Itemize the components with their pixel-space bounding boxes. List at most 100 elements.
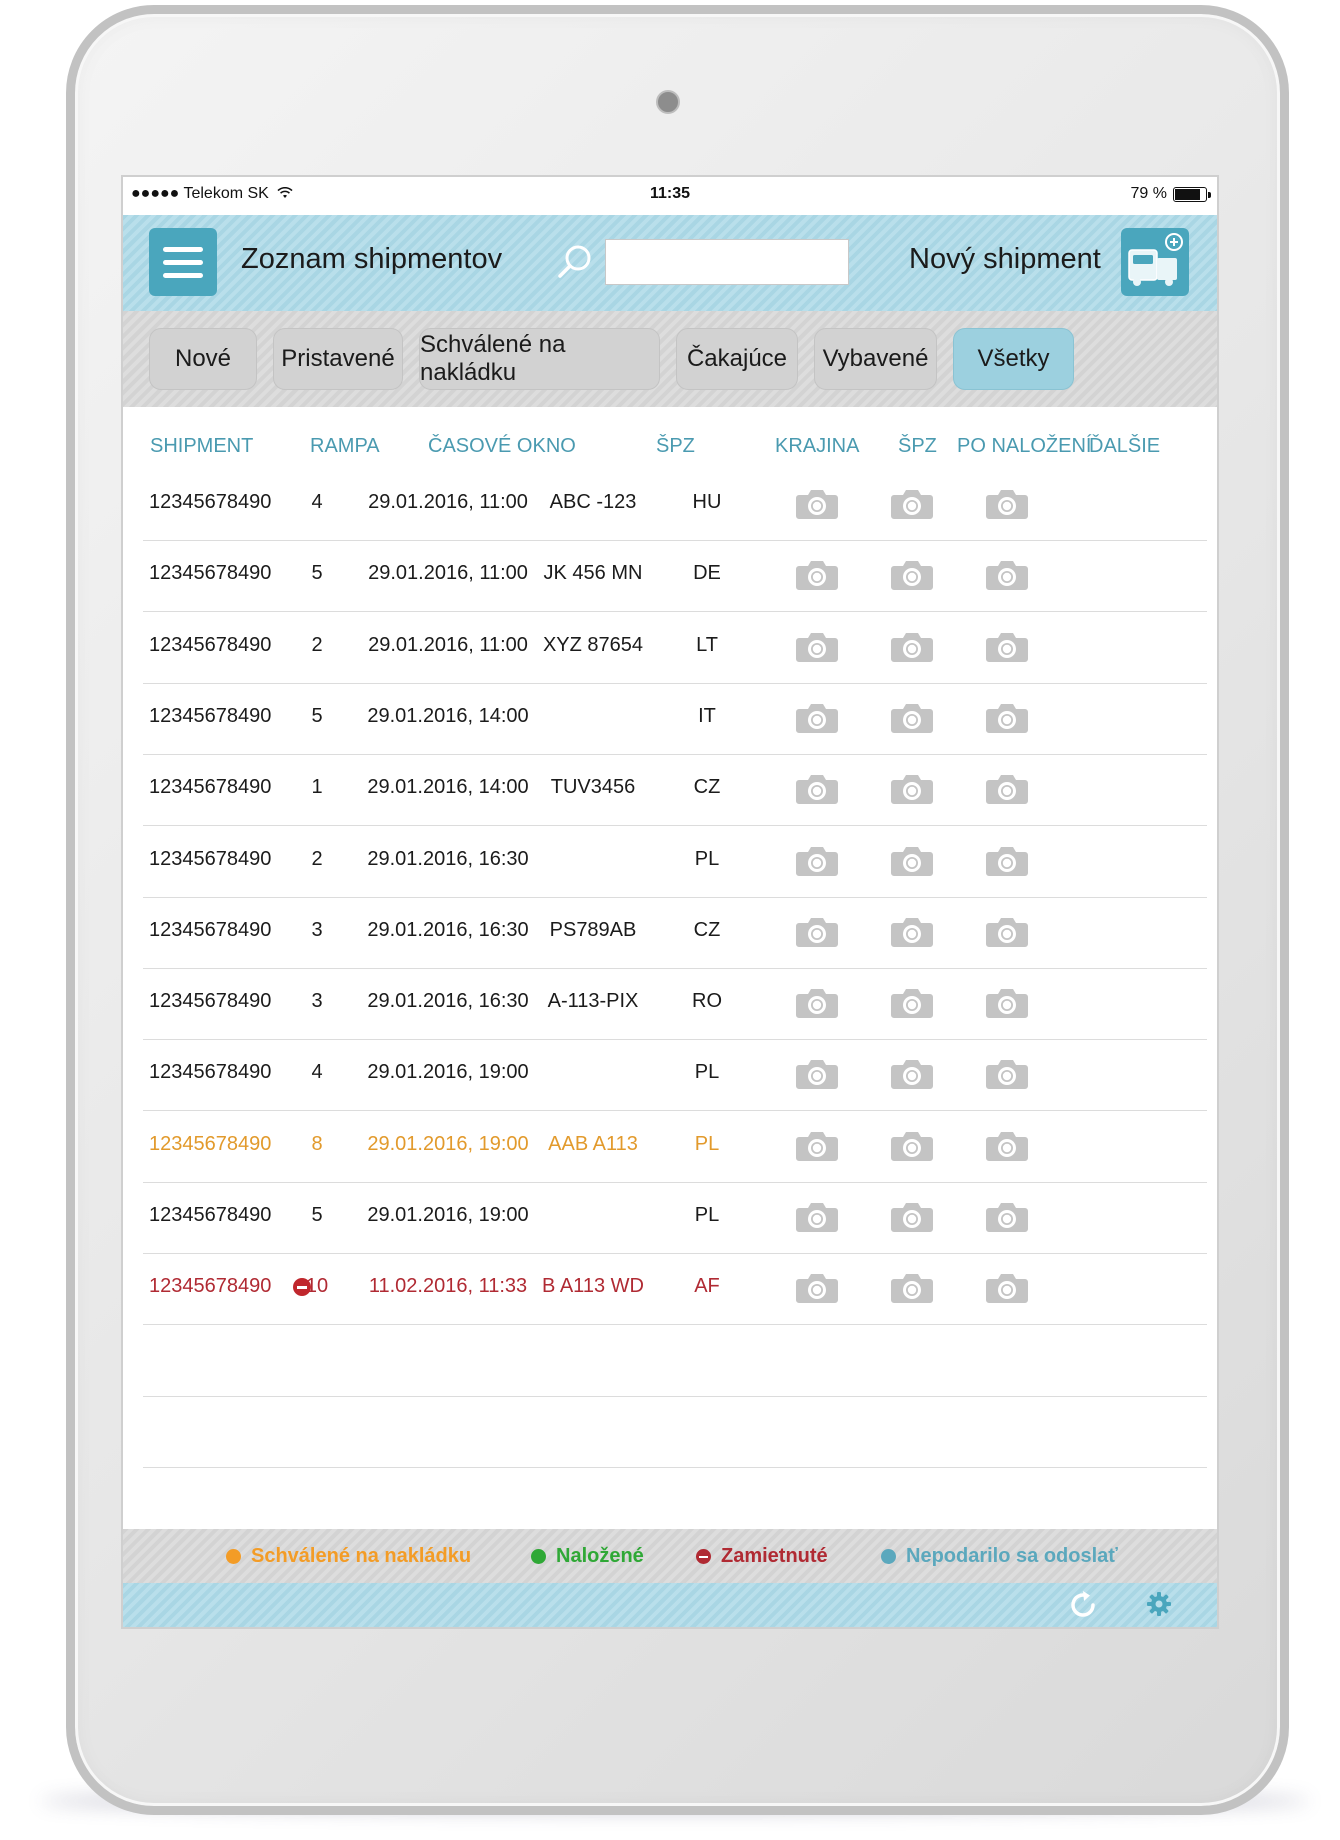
status-time: 11:35 xyxy=(649,185,691,202)
loaded-photo-camera-icon[interactable] xyxy=(890,630,934,664)
loaded-photo-camera-icon[interactable] xyxy=(890,915,934,949)
loaded-photo-camera-icon[interactable] xyxy=(890,701,934,735)
cell-rampa: 5 xyxy=(311,704,323,727)
search-icon[interactable] xyxy=(555,242,595,282)
col-spz-photo[interactable]: ŠPZ xyxy=(898,435,937,458)
spz-photo-camera-icon[interactable] xyxy=(795,986,839,1020)
cell-rampa: 4 xyxy=(311,491,323,513)
spz-photo-camera-icon[interactable] xyxy=(795,701,839,735)
spz-photo-camera-icon[interactable] xyxy=(795,844,839,878)
menu-button[interactable] xyxy=(149,228,217,296)
spz-photo-camera-icon[interactable] xyxy=(795,1129,839,1163)
cell-casove-okno: 29.01.2016, 19:00 xyxy=(367,1204,529,1226)
spz-photo-camera-icon[interactable] xyxy=(795,630,839,664)
col-shipment[interactable]: SHIPMENT xyxy=(150,435,253,458)
other-photo-camera-icon[interactable] xyxy=(985,915,1029,949)
col-casove-okno[interactable]: ČASOVÉ OKNO xyxy=(428,435,576,458)
cell-casove-okno: 29.01.2016, 14:00 xyxy=(367,704,529,727)
cell-rampa: 3 xyxy=(311,990,323,1013)
cell-shipment: 12345678490 xyxy=(149,1061,272,1084)
tab-pristavene[interactable]: Pristavené xyxy=(273,328,403,390)
col-spz[interactable]: ŠPZ xyxy=(656,435,695,458)
empty-table-row xyxy=(143,1396,1207,1468)
other-photo-camera-icon[interactable] xyxy=(985,558,1029,592)
cell-shipment: 12345678490 xyxy=(149,990,272,1013)
table-row[interactable]: 12345678490 4 29.01.2016, 11:00 ABC -123 HU xyxy=(143,469,1207,541)
other-photo-camera-icon[interactable] xyxy=(985,844,1029,878)
table-row[interactable]: 12345678490 3 29.01.2016, 16:30 A-113-PIX RO xyxy=(143,968,1207,1041)
legend-bar: Schválené na nakládku Naložené Zamietnut… xyxy=(123,1529,1217,1583)
cell-spz: XYZ 87654 xyxy=(542,633,644,656)
table-row[interactable]: 12345678490 10 11.02.2016, 11:33 B A113 WD A… xyxy=(143,1253,1207,1326)
tab-schvalene[interactable]: Schválené na nakládku xyxy=(419,328,660,390)
loaded-photo-camera-icon[interactable] xyxy=(890,1129,934,1163)
cell-casove-okno: 11.02.2016, 11:33 xyxy=(368,1275,528,1298)
cell-casove-okno: 29.01.2016, 16:30 xyxy=(367,918,529,941)
tab-vsetky[interactable]: Všetky xyxy=(953,328,1074,390)
spz-photo-camera-icon[interactable] xyxy=(795,915,839,949)
table-row[interactable]: 12345678490 3 29.01.2016, 16:30 PS789AB CZ xyxy=(143,897,1207,969)
cell-shipment: 12345678490 xyxy=(149,633,272,656)
other-photo-camera-icon[interactable] xyxy=(985,986,1029,1020)
tab-nove[interactable]: Nové xyxy=(149,328,257,390)
table-row[interactable]: 12345678490 5 29.01.2016, 19:00 PL xyxy=(143,1182,1207,1254)
other-photo-camera-icon[interactable] xyxy=(985,772,1029,806)
other-photo-camera-icon[interactable] xyxy=(985,1129,1029,1163)
loaded-photo-camera-icon[interactable] xyxy=(890,487,934,521)
app-header: Zoznam shipmentov Nový shipment xyxy=(123,215,1217,311)
cell-casove-okno: 29.01.2016, 11:00 xyxy=(368,491,528,513)
search-input[interactable] xyxy=(605,239,849,285)
col-rampa[interactable]: RAMPA xyxy=(310,435,380,458)
cell-shipment: 12345678490 xyxy=(149,562,272,585)
cell-casove-okno: 29.01.2016, 14:00 xyxy=(367,776,529,799)
refresh-icon[interactable] xyxy=(1067,1589,1099,1621)
cell-krajina: PL xyxy=(694,1061,720,1084)
other-photo-camera-icon[interactable] xyxy=(985,487,1029,521)
other-photo-camera-icon[interactable] xyxy=(985,630,1029,664)
cell-rampa: 2 xyxy=(311,633,323,656)
other-photo-camera-icon[interactable] xyxy=(985,701,1029,735)
other-photo-camera-icon[interactable] xyxy=(985,1200,1029,1234)
legend-approved: Schválené na nakládku xyxy=(226,1545,471,1568)
spz-photo-camera-icon[interactable] xyxy=(795,487,839,521)
cell-krajina: PL xyxy=(694,1132,720,1155)
tab-vybavene[interactable]: Vybavené xyxy=(814,328,937,390)
loaded-photo-camera-icon[interactable] xyxy=(890,1271,934,1305)
spz-photo-camera-icon[interactable] xyxy=(795,1057,839,1091)
loaded-photo-camera-icon[interactable] xyxy=(890,772,934,806)
loaded-photo-camera-icon[interactable] xyxy=(890,1200,934,1234)
legend-label: Nepodarilo sa odoslať xyxy=(906,1545,1118,1567)
table-row[interactable]: 12345678490 8 29.01.2016, 19:00 AAB A113 PL xyxy=(143,1111,1207,1183)
spz-photo-camera-icon[interactable] xyxy=(795,558,839,592)
front-camera xyxy=(656,90,680,114)
status-bar: ●●●●● Telekom SK 11:35 79 % xyxy=(123,177,1217,215)
col-dalsie[interactable]: ĎALŠIE xyxy=(1089,435,1160,458)
cell-spz: ABC -123 xyxy=(549,491,637,513)
gear-icon[interactable] xyxy=(1146,1591,1172,1617)
table-row[interactable]: 12345678490 2 29.01.2016, 16:30 PL xyxy=(143,826,1207,898)
table-row[interactable]: 12345678490 5 29.01.2016, 14:00 IT xyxy=(143,683,1207,755)
table-row[interactable]: 12345678490 4 29.01.2016, 19:00 PL xyxy=(143,1039,1207,1112)
tab-cakajuce[interactable]: Čakajúce xyxy=(676,328,798,390)
cell-shipment: 12345678490 xyxy=(149,847,272,870)
other-photo-camera-icon[interactable] xyxy=(985,1057,1029,1091)
loaded-photo-camera-icon[interactable] xyxy=(890,1057,934,1091)
col-krajina[interactable]: KRAJINA xyxy=(775,435,859,458)
loaded-photo-camera-icon[interactable] xyxy=(890,844,934,878)
other-photo-camera-icon[interactable] xyxy=(985,1271,1029,1305)
spz-photo-camera-icon[interactable] xyxy=(795,1271,839,1305)
spz-photo-camera-icon[interactable] xyxy=(795,772,839,806)
table-row[interactable]: 12345678490 1 29.01.2016, 14:00 TUV3456 CZ xyxy=(143,754,1207,827)
legend-rejected: Zamietnuté xyxy=(696,1545,828,1568)
table-row[interactable]: 12345678490 5 29.01.2016, 11:00 JK 456 MN DE xyxy=(143,540,1207,613)
table-row[interactable]: 12345678490 2 29.01.2016, 11:00 XYZ 87654 LT xyxy=(143,612,1207,684)
new-shipment-button[interactable] xyxy=(1121,228,1189,296)
loaded-photo-camera-icon[interactable] xyxy=(890,986,934,1020)
spz-photo-camera-icon[interactable] xyxy=(795,1200,839,1234)
loaded-photo-camera-icon[interactable] xyxy=(890,558,934,592)
hamburger-icon xyxy=(163,246,203,252)
col-po-nalozeni[interactable]: PO NALOŽENÍ xyxy=(957,435,1091,458)
cell-spz: TUV3456 xyxy=(550,776,636,799)
new-shipment-label[interactable]: Nový shipment xyxy=(909,243,1101,276)
battery-percent: 79 % xyxy=(1130,185,1167,202)
